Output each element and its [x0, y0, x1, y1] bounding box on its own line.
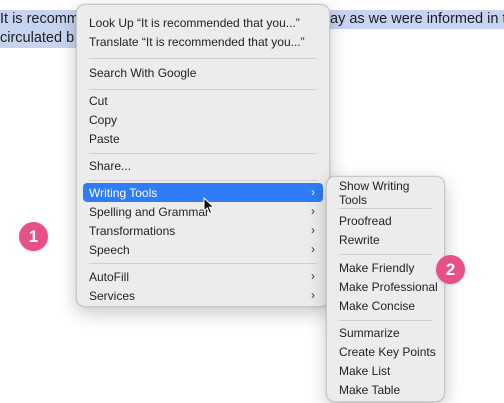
menu-item-transformations[interactable]: Transformations › — [83, 221, 323, 240]
submenu-item-create-key-points[interactable]: Create Key Points — [333, 342, 438, 361]
chevron-right-icon: › — [311, 223, 315, 237]
submenu-item-label: Summarize — [339, 325, 400, 340]
chevron-right-icon: › — [311, 185, 315, 199]
chevron-right-icon: › — [311, 288, 315, 302]
submenu-item-make-friendly[interactable]: Make Friendly — [333, 258, 438, 277]
menu-item-autofill[interactable]: AutoFill › — [83, 267, 323, 286]
menu-item-translate[interactable]: Translate “It is recommended that you...… — [83, 32, 323, 51]
menu-separator — [339, 254, 432, 255]
annotation-badge-2: 2 — [436, 255, 465, 284]
menu-item-speech[interactable]: Speech › — [83, 240, 323, 259]
menu-item-label: Paste — [89, 131, 120, 146]
menu-item-label: Search With Google — [89, 65, 197, 80]
submenu-item-summarize[interactable]: Summarize — [333, 323, 438, 342]
chevron-right-icon: › — [311, 204, 315, 218]
submenu-item-label: Make Table — [339, 382, 401, 397]
submenu-item-proofread[interactable]: Proofread — [333, 211, 438, 230]
submenu-item-make-concise[interactable]: Make Concise — [333, 296, 438, 315]
submenu-item-label: Make Professional — [339, 279, 438, 294]
submenu-item-make-professional[interactable]: Make Professional — [333, 277, 438, 296]
submenu-item-make-table[interactable]: Make Table — [333, 380, 438, 399]
menu-item-share[interactable]: Share... — [83, 156, 323, 175]
submenu-item-label: Show Writing Tools — [339, 178, 410, 207]
menu-item-label: Spelling and Grammar — [89, 204, 210, 219]
submenu-item-show-writing-tools[interactable]: Show Writing Tools — [333, 179, 438, 207]
submenu-item-rewrite[interactable]: Rewrite — [333, 230, 438, 249]
submenu-item-label: Make Concise — [339, 298, 416, 313]
menu-item-label: Copy — [89, 112, 118, 127]
context-menu: Look Up “It is recommended that you...” … — [76, 4, 330, 307]
menu-separator — [89, 180, 317, 181]
menu-item-label: AutoFill — [89, 269, 130, 284]
menu-item-label: Services — [89, 288, 136, 303]
menu-separator — [339, 208, 432, 209]
annotation-badge-1: 1 — [19, 222, 48, 251]
submenu-item-label: Create Key Points — [339, 344, 436, 359]
menu-item-cut[interactable]: Cut — [83, 91, 323, 110]
menu-item-label: Translate “It is recommended that you...… — [89, 34, 305, 49]
chevron-right-icon: › — [311, 269, 315, 283]
writing-tools-submenu: Show Writing Tools Proofread Rewrite Mak… — [326, 176, 445, 402]
menu-item-search-google[interactable]: Search With Google — [83, 63, 323, 82]
menu-item-label: Share... — [89, 158, 132, 173]
menu-item-copy[interactable]: Copy — [83, 110, 323, 129]
menu-item-label: Transformations — [89, 223, 176, 238]
menu-item-services[interactable]: Services › — [83, 286, 323, 305]
submenu-item-make-list[interactable]: Make List — [333, 361, 438, 380]
menu-item-look-up[interactable]: Look Up “It is recommended that you...” — [83, 13, 323, 32]
menu-item-label: Look Up “It is recommended that you...” — [89, 15, 300, 30]
menu-separator — [89, 58, 317, 59]
menu-item-label: Writing Tools — [89, 185, 158, 200]
menu-item-label: Speech — [89, 242, 130, 257]
doc-line-2-left: circulated b — [0, 29, 77, 48]
submenu-item-label: Make List — [339, 363, 391, 378]
chevron-right-icon: › — [311, 242, 315, 256]
menu-item-label: Cut — [89, 93, 108, 108]
submenu-item-label: Make Friendly — [339, 260, 415, 275]
doc-line-1-left: It is recomm — [0, 10, 81, 29]
submenu-item-label: Rewrite — [339, 232, 380, 247]
menu-item-paste[interactable]: Paste — [83, 129, 323, 148]
menu-separator — [89, 89, 317, 90]
submenu-item-label: Proofread — [339, 213, 392, 228]
mouse-pointer-icon — [203, 197, 216, 215]
doc-line-1-right: ay as we were informed in th — [330, 10, 504, 29]
menu-separator — [89, 153, 317, 154]
menu-separator — [89, 263, 317, 264]
menu-separator — [339, 320, 432, 321]
